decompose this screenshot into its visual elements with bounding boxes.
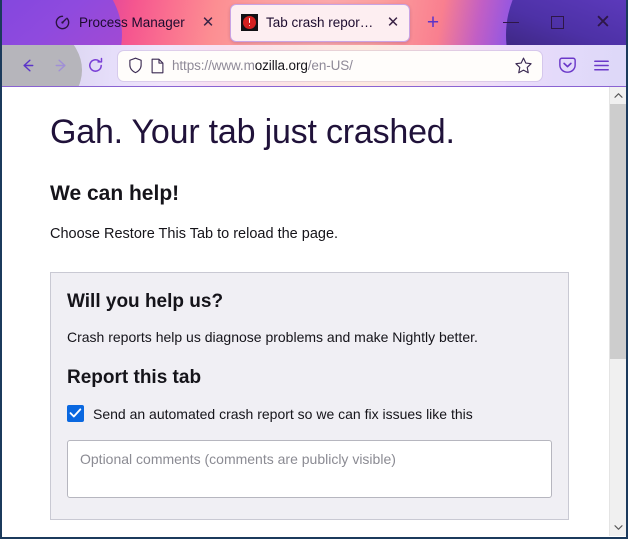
reload-button[interactable] (78, 50, 112, 82)
navigation-toolbar: https://www.mozilla.org/en-US/ (2, 45, 626, 87)
app-menu-button[interactable] (584, 50, 618, 82)
crash-report-panel: Will you help us? Crash reports help us … (50, 272, 569, 520)
url-path: /en-US/ (307, 58, 353, 73)
reload-icon (88, 57, 102, 72)
crash-error-icon (241, 14, 258, 31)
url-prefix: https://www.m (172, 58, 255, 73)
restore-instruction: Choose Restore This Tab to reload the pa… (50, 226, 339, 242)
bookmark-star-icon[interactable] (512, 55, 534, 77)
tab-close-icon[interactable]: ✕ (383, 13, 403, 33)
back-button[interactable] (10, 50, 44, 82)
hamburger-menu-icon (593, 60, 609, 71)
arrow-right-icon (55, 59, 66, 72)
pocket-icon (558, 57, 576, 73)
panel-heading: Will you help us? (67, 291, 224, 312)
tab-process-manager[interactable]: Process Manager ✕ (44, 4, 224, 42)
forward-button[interactable] (44, 50, 78, 82)
title-bar: Process Manager ✕ Tab crash reporter ✕ +… (2, 0, 626, 45)
scroll-down-arrow[interactable] (610, 519, 626, 536)
url-text[interactable]: https://www.mozilla.org/en-US/ (172, 58, 504, 73)
arrow-left-icon (22, 59, 33, 72)
send-report-label: Send an automated crash report so we can… (93, 405, 473, 422)
tab-title: Tab crash reporter (266, 15, 376, 30)
chevron-down-icon (614, 525, 623, 530)
close-window-button[interactable]: ✕ (580, 0, 626, 45)
send-report-checkbox[interactable] (67, 405, 84, 422)
page-title: Gah. Your tab just crashed. (50, 113, 455, 151)
report-heading: Report this tab (67, 367, 202, 388)
chevron-up-icon (614, 93, 623, 98)
checkmark-icon (69, 408, 82, 418)
tab-crash-reporter[interactable]: Tab crash reporter ✕ (230, 3, 410, 42)
tab-strip: Process Manager ✕ Tab crash reporter ✕ +… (2, 0, 626, 45)
minimize-button[interactable] (488, 0, 534, 45)
url-host: ozilla.org (254, 58, 308, 73)
tab-title: Process Manager (79, 15, 185, 30)
gauge-icon (55, 15, 70, 30)
content-area: Gah. Your tab just crashed. We can help!… (2, 87, 626, 536)
panel-description: Crash reports help us diagnose problems … (67, 329, 478, 345)
maximize-button[interactable] (534, 0, 580, 45)
pocket-button[interactable] (550, 50, 584, 82)
window-controls: ✕ (488, 0, 626, 45)
page-scrollbar[interactable] (609, 87, 626, 536)
comments-textarea[interactable] (67, 440, 552, 498)
url-bar[interactable]: https://www.mozilla.org/en-US/ (118, 50, 542, 81)
page-info-icon[interactable] (151, 58, 164, 74)
browser-window: Process Manager ✕ Tab crash reporter ✕ +… (0, 0, 628, 539)
star-icon (514, 57, 532, 74)
tab-close-icon[interactable]: ✕ (198, 13, 218, 33)
scroll-up-arrow[interactable] (610, 87, 626, 104)
help-heading: We can help! (50, 182, 180, 205)
send-report-checkbox-row[interactable]: Send an automated crash report so we can… (67, 405, 552, 422)
scrollbar-thumb[interactable] (610, 104, 626, 359)
new-tab-button[interactable]: + (420, 10, 446, 36)
crash-reporter-page: Gah. Your tab just crashed. We can help!… (2, 87, 609, 536)
shield-icon[interactable] (128, 57, 143, 74)
